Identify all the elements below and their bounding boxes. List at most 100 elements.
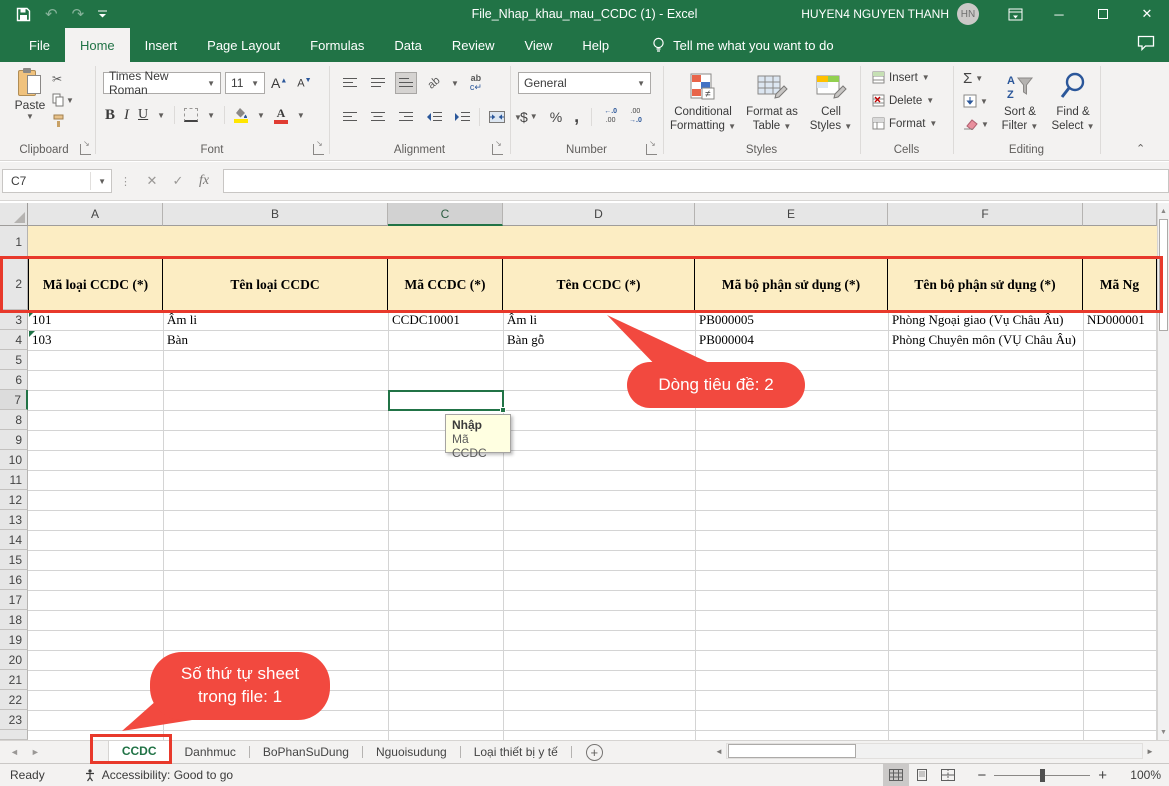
maximize-button[interactable] (1081, 0, 1125, 28)
row-header-16[interactable]: 16 (0, 570, 28, 590)
vertical-scroll-thumb[interactable] (1159, 219, 1168, 331)
cell[interactable]: Âm li (164, 310, 388, 330)
row-header-19[interactable]: 19 (0, 630, 28, 650)
row-header-15[interactable]: 15 (0, 550, 28, 570)
currency-icon[interactable]: $▼ (520, 109, 538, 125)
name-box[interactable]: C7▼ (2, 169, 112, 193)
ribbon-tab-file[interactable]: File (14, 28, 65, 62)
wrap-text-icon[interactable]: abc↵ (465, 72, 487, 94)
row-header-21[interactable]: 21 (0, 670, 28, 690)
format-painter-icon[interactable] (52, 114, 74, 131)
fill-handle[interactable] (500, 407, 506, 413)
normal-view-icon[interactable] (883, 764, 909, 786)
column-header-E[interactable]: E (695, 203, 888, 226)
autosum-button[interactable]: Σ▼ (963, 70, 983, 87)
orientation-icon[interactable]: ab (419, 68, 450, 99)
conditional-formatting-button[interactable]: ≠ ConditionalFormatting ▼ (669, 68, 737, 134)
header-cell[interactable]: Tên loại CCDC (163, 259, 388, 310)
row-header-2[interactable]: 2 (0, 259, 28, 310)
ribbon-display-options-icon[interactable] (993, 0, 1037, 28)
select-all-corner[interactable] (0, 203, 28, 226)
cell[interactable]: Âm li (504, 310, 695, 330)
underline-button[interactable]: U (138, 107, 148, 123)
cell[interactable]: Phòng Ngoại giao (Vụ Châu Âu) (889, 310, 1083, 330)
insert-function-icon[interactable]: fx (191, 169, 217, 193)
cell[interactable]: PB000005 (696, 310, 888, 330)
zoom-level[interactable]: 100% (1117, 768, 1161, 782)
row-header-18[interactable]: 18 (0, 610, 28, 630)
header-cell[interactable]: Tên CCDC (*) (503, 259, 695, 310)
cell[interactable]: PB000004 (696, 330, 888, 350)
borders-icon[interactable] (184, 108, 198, 122)
ribbon-tab-data[interactable]: Data (379, 28, 436, 62)
accessibility-status[interactable]: Accessibility: Good to go (83, 768, 233, 782)
row-header-7[interactable]: 7 (0, 390, 28, 410)
decrease-indent-icon[interactable] (423, 106, 445, 128)
scroll-down-icon[interactable]: ▼ (1158, 725, 1169, 739)
sheet-tab-bophansudung[interactable]: BoPhanSuDung (250, 741, 362, 763)
ribbon-tab-help[interactable]: Help (567, 28, 624, 62)
page-break-view-icon[interactable] (935, 764, 961, 786)
zoom-slider[interactable] (994, 775, 1090, 776)
decrease-decimal-icon[interactable]: .00→.0 (629, 108, 642, 125)
minimize-button[interactable]: ─ (1037, 0, 1081, 28)
save-icon[interactable] (16, 7, 31, 22)
cut-icon[interactable]: ✂ (52, 72, 74, 86)
cell[interactable]: 101 (29, 310, 163, 330)
column-header-D[interactable]: D (503, 203, 695, 226)
tell-me-box[interactable]: Tell me what you want to do (652, 28, 833, 62)
account-name[interactable]: HUYEN4 NGUYEN THANH (801, 7, 949, 21)
row-header-17[interactable]: 17 (0, 590, 28, 610)
close-button[interactable]: ✕ (1125, 0, 1169, 28)
column-header-B[interactable]: B (163, 203, 388, 226)
enter-icon[interactable]: ✓ (165, 169, 191, 193)
header-cell[interactable]: Mã loại CCDC (*) (28, 259, 163, 310)
header-cell[interactable]: Mã Ng (1083, 259, 1157, 310)
font-size-select[interactable]: 11▼ (225, 72, 265, 94)
scroll-up-icon[interactable]: ▲ (1158, 204, 1169, 218)
align-right-icon[interactable] (395, 106, 417, 128)
sheet-tab-danhmuc[interactable]: Danhmuc (172, 741, 249, 763)
cell[interactable]: 103 (29, 330, 163, 350)
row-header-11[interactable]: 11 (0, 470, 28, 490)
paste-button[interactable]: Paste ▼ (10, 68, 50, 136)
column-header-partial[interactable] (1083, 203, 1157, 226)
increase-indent-icon[interactable] (451, 106, 473, 128)
cell[interactable]: Bàn gỗ (504, 330, 695, 350)
row-header-10[interactable]: 10 (0, 450, 28, 470)
zoom-out-icon[interactable]: − (977, 767, 986, 784)
formula-input[interactable] (223, 169, 1169, 193)
horizontal-scroll-thumb[interactable] (728, 744, 856, 758)
middle-align-icon[interactable] (367, 72, 389, 94)
header-cell[interactable]: Mã bộ phận sử dụng (*) (695, 259, 888, 310)
sheet-tab-ccdc[interactable]: CCDC (108, 741, 171, 763)
font-color-icon[interactable]: A (274, 107, 288, 124)
sheet-tab-loại-thiết-bị-y-tế[interactable]: Loại thiết bị y tế (461, 741, 571, 763)
column-header-A[interactable]: A (28, 203, 163, 226)
percent-icon[interactable]: % (550, 109, 562, 125)
customize-qat-icon[interactable] (98, 10, 107, 19)
increase-font-icon[interactable]: A▲ (271, 75, 287, 91)
top-align-icon[interactable] (339, 72, 361, 94)
font-name-select[interactable]: Times New Roman▼ (103, 72, 221, 94)
selected-cell-c7[interactable] (388, 390, 504, 411)
ribbon-tab-formulas[interactable]: Formulas (295, 28, 379, 62)
hscroll-track[interactable] (726, 743, 1143, 759)
row-header-5[interactable]: 5 (0, 350, 28, 370)
cell[interactable]: CCDC10001 (389, 310, 503, 330)
page-layout-view-icon[interactable] (909, 764, 935, 786)
row-header-22[interactable]: 22 (0, 690, 28, 710)
row-header-4[interactable]: 4 (0, 330, 28, 350)
clear-button[interactable]: ▼ (963, 118, 989, 130)
cell[interactable]: Bàn (164, 330, 388, 350)
hscroll-right-icon[interactable]: ► (1143, 743, 1157, 759)
header-cell[interactable]: Mã CCDC (*) (388, 259, 503, 310)
ribbon-tab-insert[interactable]: Insert (130, 28, 193, 62)
row1-filled-band[interactable] (28, 226, 1157, 259)
clipboard-dialog-launcher[interactable] (80, 144, 91, 155)
sheet-tab-nguoisudung[interactable]: Nguoisudung (363, 741, 460, 763)
row-header-3[interactable]: 3 (0, 310, 28, 330)
row-header-20[interactable]: 20 (0, 650, 28, 670)
find-select-button[interactable]: Find &Select ▼ (1049, 68, 1097, 134)
sort-filter-button[interactable]: AZ Sort &Filter ▼ (995, 68, 1045, 134)
